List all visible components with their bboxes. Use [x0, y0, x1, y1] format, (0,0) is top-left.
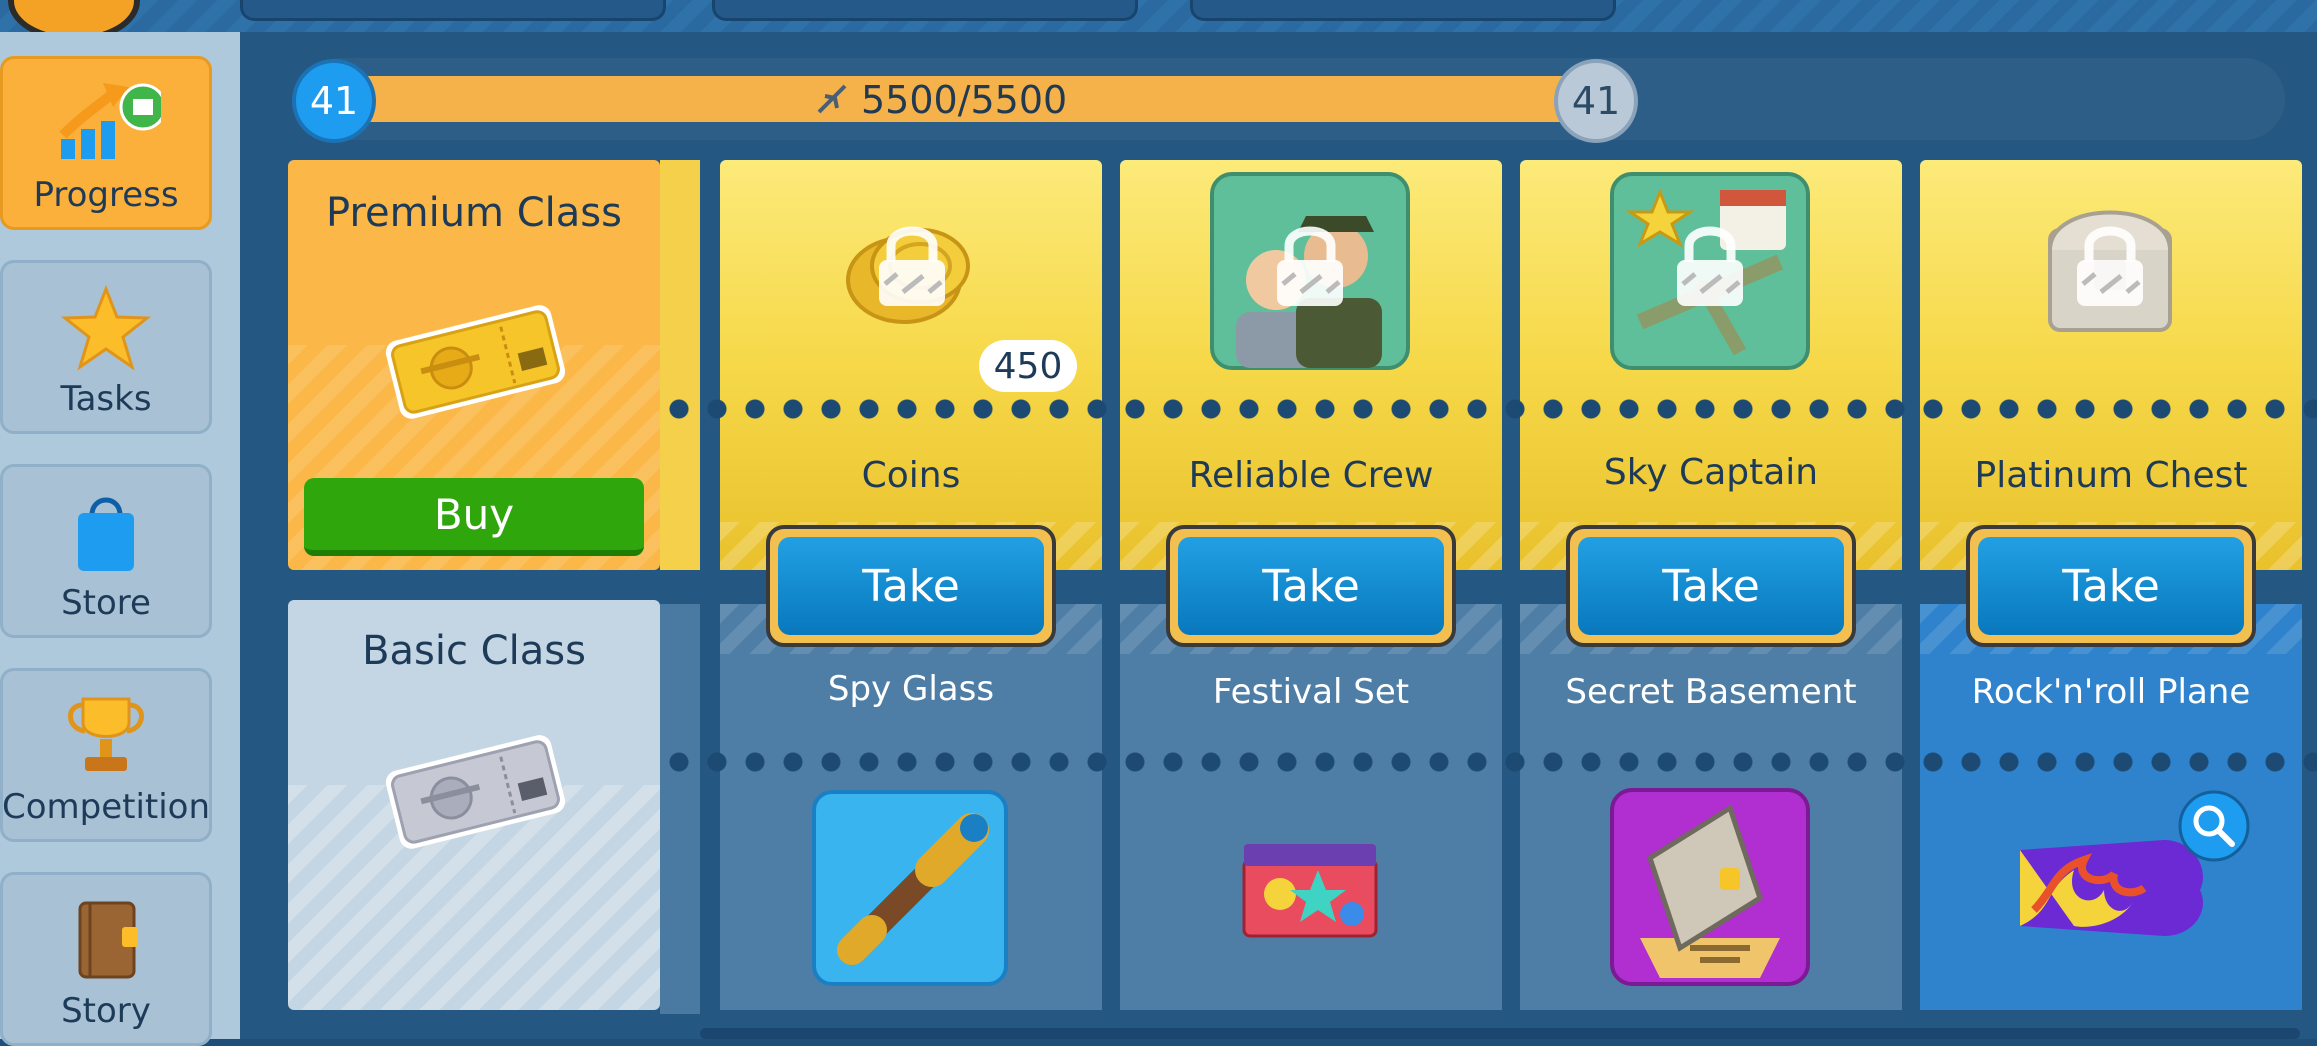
plane-xp-icon [817, 84, 847, 114]
lock-icon [1677, 226, 1743, 306]
sidebar-item-label: Tasks [60, 379, 152, 419]
top-resource-pill[interactable] [240, 0, 666, 21]
sidebar-item-story[interactable]: Story [0, 872, 212, 1046]
basic-class-title: Basic Class [362, 628, 586, 674]
lock-icon [879, 226, 945, 306]
take-button[interactable]: Take [1166, 525, 1456, 647]
festival-set-icon [1242, 844, 1378, 938]
basic-reward-label: Rock'n'roll Plane [1971, 672, 2251, 712]
premium-reward-label: Coins [861, 455, 961, 496]
column-divider [660, 604, 700, 1014]
sidebar-item-store[interactable]: Store [0, 464, 212, 638]
shopping-bag-icon [78, 497, 134, 571]
basic-class-panel: Basic Class [288, 600, 660, 1010]
horizontal-scrollbar[interactable] [700, 1028, 2300, 1039]
trophy-icon [68, 697, 144, 771]
basic-track-dots [660, 751, 2317, 773]
premium-reward-label: Sky Captain [1603, 452, 1819, 493]
take-button[interactable]: Take [1966, 525, 2256, 647]
current-level-badge: 41 [292, 59, 376, 143]
premium-track-dots [660, 398, 2317, 420]
premium-class-panel: Premium Class Buy [288, 160, 660, 570]
sidebar-item-competition[interactable]: Competition [0, 668, 212, 842]
star-icon [61, 285, 151, 371]
take-button-label: Take [1178, 537, 1444, 635]
top-bar [0, 0, 2317, 32]
take-button-label: Take [1578, 537, 1844, 635]
column-divider [660, 160, 700, 570]
basic-reward-label: Spy Glass [827, 669, 995, 709]
take-button-label: Take [1978, 537, 2244, 635]
sidebar-item-label: Competition [1, 787, 211, 827]
lock-icon [2077, 226, 2143, 306]
silver-ticket-icon [385, 735, 566, 849]
xp-value: 5500/5500 [861, 78, 1068, 122]
premium-reward-label: Platinum Chest [1974, 455, 2248, 496]
sidebar-item-tasks[interactable]: Tasks [0, 260, 212, 434]
spyglass-icon [812, 790, 1008, 986]
gold-ticket-icon [385, 305, 566, 419]
sidebar: Progress Tasks Store Competition Story [0, 32, 240, 1046]
premium-class-title: Premium Class [326, 190, 622, 236]
sidebar-item-progress[interactable]: Progress [0, 56, 212, 230]
basic-reward-label: Secret Basement [1565, 672, 1857, 712]
take-button[interactable]: Take [766, 525, 1056, 647]
sidebar-item-label: Store [61, 583, 151, 623]
progress-arrow-icon [59, 83, 161, 159]
premium-reward-label: Reliable Crew [1188, 455, 1434, 496]
coins-amount-badge: 450 [979, 340, 1077, 392]
lock-icon [1277, 226, 1343, 306]
basic-reward-festival-set[interactable] [1120, 604, 1502, 1010]
top-resource-pill[interactable] [712, 0, 1138, 21]
secret-basement-icon [1610, 788, 1810, 986]
take-button[interactable]: Take [1566, 525, 1856, 647]
top-resource-pill[interactable] [1190, 0, 1616, 21]
book-icon [78, 901, 138, 979]
basic-reward-label: Festival Set [1212, 672, 1410, 712]
next-level-badge: 41 [1554, 59, 1638, 143]
sidebar-item-label: Progress [33, 175, 179, 215]
buy-premium-button[interactable]: Buy [304, 478, 644, 556]
magnifier-icon[interactable] [2178, 790, 2250, 862]
sidebar-item-label: Story [61, 991, 151, 1031]
xp-counter: 5500/5500 [815, 78, 1067, 122]
take-button-label: Take [778, 537, 1044, 635]
